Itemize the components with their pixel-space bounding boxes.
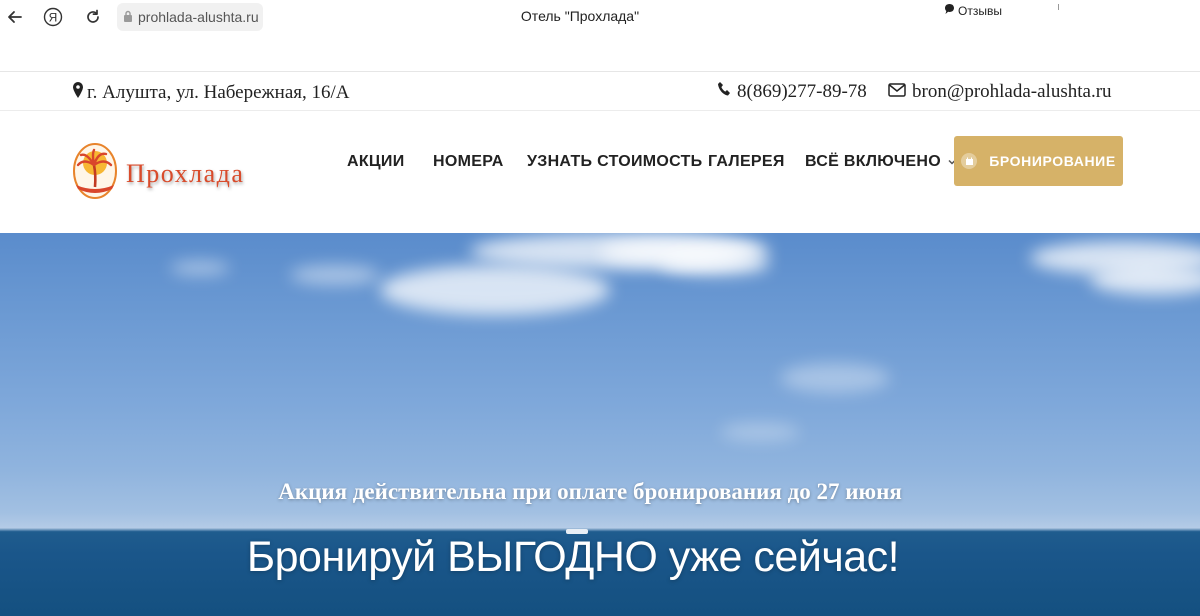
cloud (380, 265, 610, 315)
nav-item-price[interactable]: УЗНАТЬ СТОИМОСТЬ (527, 151, 703, 173)
calendar-icon (961, 153, 978, 169)
booking-label: БРОНИРОВАНИЕ (989, 153, 1116, 169)
hero-headline: Бронируй ВЫГОДНО уже сейчас! (246, 533, 900, 581)
hero-banner: Акция действительна при оплате бронирова… (0, 233, 1200, 616)
palm-logo-icon (72, 141, 118, 206)
speech-bubble-icon (944, 3, 955, 18)
phone-link[interactable]: 8(869)277-89-78 (717, 81, 867, 103)
logo-text: Прохлада (126, 158, 245, 188)
promo-text: Акция действительна при оплате бронирова… (278, 479, 902, 504)
site-header: Прохлада АКЦИИ НОМЕРА УЗНАТЬ СТОИМОСТЬ Г… (0, 111, 1200, 233)
nav-item-gallery[interactable]: ГАЛЕРЕЯ (708, 151, 785, 173)
contact-bar: г. Алушта, ул. Набережная, 16/А 8(869)27… (0, 73, 1200, 111)
nav-item-rooms[interactable]: НОМЕРА (433, 151, 504, 173)
envelope-icon (888, 81, 906, 103)
logo[interactable]: Прохлада (72, 141, 244, 206)
nav-item-promotions[interactable]: АКЦИИ (347, 151, 405, 173)
separator (1058, 4, 1059, 10)
cloud (170, 261, 230, 275)
nav-item-all-inclusive[interactable]: ВСЁ ВКЛЮЧЕНО (805, 151, 957, 173)
nav-item-all-inclusive-label: ВСЁ ВКЛЮЧЕНО (805, 153, 941, 170)
phone-icon (717, 81, 731, 103)
reviews-button[interactable]: Отзывы (944, 3, 1002, 18)
email-link[interactable]: bron@prohlada-alushta.ru (888, 81, 1112, 103)
address: г. Алушта, ул. Набережная, 16/А (72, 81, 350, 105)
cloud (780, 363, 890, 393)
reviews-label: Отзывы (958, 3, 1002, 18)
address-text: г. Алушта, ул. Набережная, 16/А (87, 82, 350, 103)
email-text: bron@prohlada-alushta.ru (912, 81, 1112, 102)
cloud (720, 423, 800, 441)
cloud (1090, 265, 1200, 295)
cloud (660, 253, 770, 275)
booking-button[interactable]: БРОНИРОВАНИЕ (954, 136, 1123, 186)
phone-text: 8(869)277-89-78 (737, 81, 867, 102)
cloud (290, 265, 380, 285)
map-pin-icon (72, 81, 84, 105)
browser-toolbar: Я prohlada-alushta.ru Отель "Прохлада" О… (0, 0, 1200, 72)
